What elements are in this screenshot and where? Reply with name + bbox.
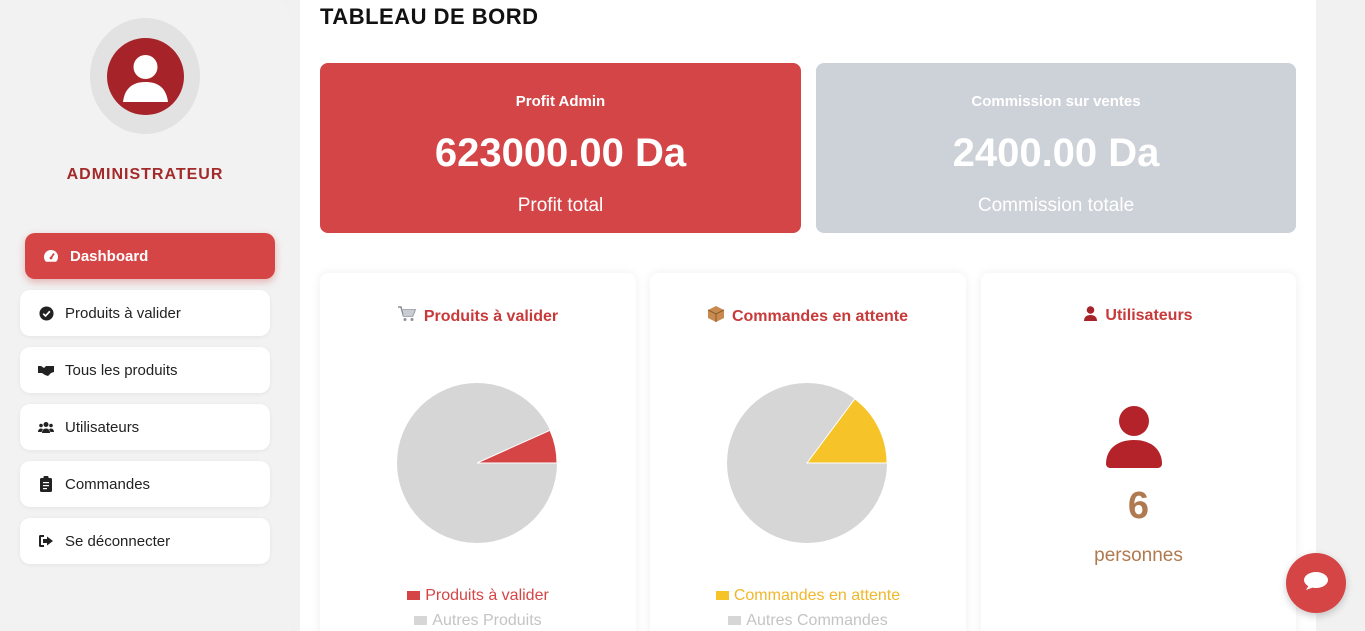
chat-bubble-icon — [1303, 571, 1329, 596]
legend-label: Autres Produits — [432, 612, 542, 629]
panel-title-text: Produits à valider — [423, 307, 559, 325]
role-label: ADMINISTRATEUR — [66, 166, 224, 183]
legend-swatch — [407, 591, 421, 601]
sidebar-item-commandes[interactable]: Commandes — [20, 461, 270, 507]
user-avatar-icon — [106, 37, 184, 115]
sidebar: ADMINISTRATEUR Dashboard Produits à vali… — [0, 0, 290, 631]
sidebar-item-produits-a-valider[interactable]: Produits à valider — [20, 290, 270, 336]
legend-label: Produits à valider — [425, 587, 549, 604]
card-subtitle: Profit total — [517, 195, 604, 216]
commandes-en-attente-panel: Commandes en attente Commandes en attent… — [650, 273, 966, 631]
sign-out-icon — [38, 533, 54, 549]
legend-label: Autres Commandes — [746, 612, 888, 629]
legend-swatch — [414, 616, 428, 626]
sidebar-item-label: Produits à valider — [65, 304, 181, 322]
sidebar-item-se-deconnecter[interactable]: Se déconnecter — [20, 518, 270, 564]
package-icon — [707, 306, 725, 327]
user-large-icon — [1106, 406, 1162, 468]
card-value: 623000.00 Da — [434, 131, 687, 175]
users-icon — [38, 419, 54, 435]
cart-icon — [397, 306, 417, 327]
sidebar-item-utilisateurs[interactable]: Utilisateurs — [20, 404, 270, 450]
card-subtitle: Commission totale — [977, 195, 1135, 216]
legend-swatch — [728, 616, 742, 626]
sidebar-item-label: Commandes — [65, 475, 151, 493]
produits-a-valider-panel: Produits à valider Produits à valider Au… — [320, 273, 636, 631]
avatar — [90, 18, 200, 134]
user-icon — [1084, 306, 1098, 326]
clipboard-icon — [38, 476, 54, 492]
card-title: Commission sur ventes — [971, 93, 1141, 110]
sidebar-item-label: Dashboard — [70, 247, 149, 265]
sidebar-item-label: Tous les produits — [65, 361, 178, 379]
sidebar-item-tous-les-produits[interactable]: Tous les produits — [20, 347, 270, 393]
card-value: 2400.00 Da — [952, 131, 1160, 175]
sidebar-item-label: Se déconnecter — [65, 532, 171, 550]
panel-title: Produits à valider — [320, 306, 636, 327]
handshake-icon — [38, 362, 54, 378]
utilisateurs-panel: Utilisateurs 6 personnes — [981, 273, 1296, 631]
panel-title-text: Utilisateurs — [1105, 307, 1193, 324]
produits-pie-chart — [397, 383, 557, 543]
check-circle-icon — [38, 305, 54, 321]
legend-label: Commandes en attente — [733, 587, 901, 604]
panel-title-text: Commandes en attente — [731, 307, 909, 325]
page-title: TABLEAU DE BORD — [320, 4, 539, 29]
sidebar-item-dashboard[interactable]: Dashboard — [25, 233, 275, 279]
commandes-pie-chart — [727, 383, 887, 543]
legend-swatch — [715, 591, 729, 601]
panel-title: Commandes en attente — [650, 306, 966, 327]
user-count: 6 — [1127, 485, 1150, 527]
legend-item: Produits à valider — [320, 587, 636, 605]
card-title: Profit Admin — [515, 93, 606, 110]
chat-button[interactable] — [1286, 553, 1346, 613]
user-count-label: personnes — [1094, 545, 1183, 566]
legend-item: Autres Produits — [320, 612, 636, 630]
profit-admin-card: Profit Admin 623000.00 Da Profit total — [320, 63, 801, 233]
legend-item: Commandes en attente — [650, 587, 966, 605]
sidebar-item-label: Utilisateurs — [65, 418, 140, 436]
commission-card: Commission sur ventes 2400.00 Da Commiss… — [816, 63, 1296, 233]
main-content: TABLEAU DE BORD Profit Admin 623000.00 D… — [300, 0, 1316, 631]
gauge-icon — [43, 248, 59, 264]
panel-title: Utilisateurs — [981, 306, 1296, 326]
legend-item: Autres Commandes — [650, 612, 966, 630]
